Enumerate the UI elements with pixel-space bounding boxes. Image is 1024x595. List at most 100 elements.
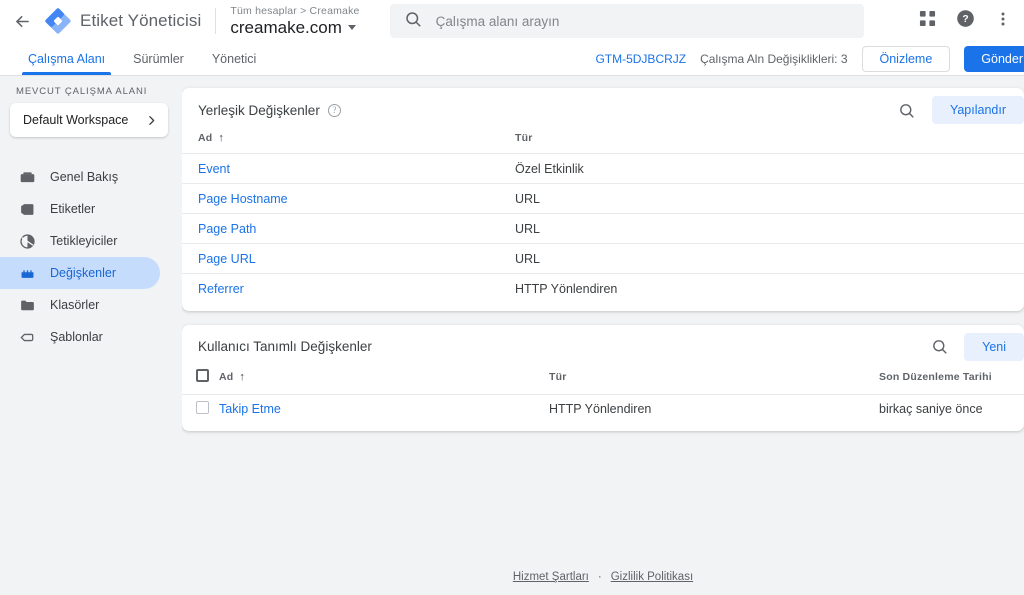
current-workspace-label: MEVCUT ÇALIŞMA ALANI [16,86,148,97]
builtin-card-actions: Yapılandır [896,88,1024,132]
preview-button[interactable]: Önizleme [861,46,951,72]
column-label: Ad [198,132,213,144]
builtin-variables-table: Ad ↑ Tür Event Özel Etkinlik Page Hostna… [182,132,1024,304]
variable-type: URL [515,243,1024,274]
account-breadcrumb: Tüm hesaplar > Creamake [230,4,360,17]
builtin-card-header: Yerleşik Değişkenler ? Yapılandır [182,88,1024,132]
template-icon [18,329,36,346]
tab-bar-actions: GTM-5DJBCRJZ Çalışma Aln Değişiklikleri:… [595,42,1024,76]
user-card-title: Kullanıcı Tanımlı Değişkenler [198,339,372,354]
tab-versions[interactable]: Sürümler [119,42,198,75]
chevron-right-icon [145,114,158,127]
tab-label: Çalışma Alanı [28,51,106,66]
configure-button[interactable]: Yapılandır [931,96,1024,124]
more-options-button[interactable] [986,4,1020,38]
search-icon[interactable] [896,99,918,121]
column-header-type[interactable]: Tür [549,369,879,395]
column-label: Tür [515,132,533,144]
more-vertical-icon [995,11,1011,32]
row-select-cell [182,393,219,424]
submit-button[interactable]: Gönder [964,46,1024,72]
search-icon[interactable] [928,336,950,358]
privacy-policy-link[interactable]: Gizlilik Politikası [611,571,693,583]
chevron-down-icon [347,25,356,30]
column-header-name[interactable]: Ad ↑ [182,132,515,154]
table-row[interactable]: Takip Etme HTTP Yönlendiren birkaç saniy… [182,393,1024,424]
search-icon [404,10,436,33]
account-selector[interactable]: Tüm hesaplar > Creamake creamake.com [230,4,360,37]
variable-name-link[interactable]: Page URL [198,252,256,266]
column-header-modified[interactable]: Son Düzenleme Tarihi [879,369,1024,395]
header-divider [215,8,217,34]
tag-manager-logo [44,7,72,35]
sort-ascending-icon: ↑ [239,370,246,383]
help-button[interactable]: ? [948,4,982,38]
sidebar-item-variables[interactable]: Değişkenler [0,257,160,289]
sidebar-item-label: Genel Bakış [50,170,119,184]
sidebar-item-folders[interactable]: Klasörler [0,289,160,321]
user-defined-variables-card: Kullanıcı Tanımlı Değişkenler Yeni Ad ↑ … [182,324,1024,431]
variable-name-link[interactable]: Page Path [198,222,256,236]
top-app-bar: Etiket Yöneticisi Tüm hesaplar > Creamak… [0,0,1024,42]
user-defined-variables-table: Ad ↑ Tür Son Düzenleme Tarihi Takip Etme… [182,368,1024,424]
workspace-name: Default Workspace [23,113,129,127]
table-row[interactable]: Page Path URL [182,213,1024,244]
workspace-search[interactable] [389,4,864,38]
new-variable-button[interactable]: Yeni [964,332,1024,361]
svg-text:?: ? [962,14,968,25]
select-all-cell [182,368,219,395]
sidebar-item-tags[interactable]: Etiketler [0,193,160,225]
search-input[interactable] [435,13,850,29]
account-name: creamake.com [230,17,342,37]
tab-label: Yönetici [211,51,257,66]
back-button[interactable] [0,0,44,42]
workspace-switcher[interactable]: Default Workspace [10,103,168,137]
product-name: Etiket Yöneticisi [80,11,202,30]
row-checkbox[interactable] [196,401,209,415]
top-bar-actions: ? [910,0,1020,42]
table-row[interactable]: Page URL URL [182,243,1024,274]
sidebar-item-label: Değişkenler [50,266,117,280]
variable-name-link[interactable]: Takip Etme [219,402,281,416]
sidebar-item-label: Klasörler [50,298,100,312]
tab-label: Sürümler [133,51,184,66]
workspace-changes-count: Çalışma Aln Değişiklikleri: 3 [700,52,848,66]
variable-type: HTTP Yönlendiren [549,393,879,424]
container-id-link[interactable]: GTM-5DJBCRJZ [595,52,686,66]
tab-list: Çalışma Alanı Sürümler Yönetici [0,42,270,75]
tab-workspace[interactable]: Çalışma Alanı [14,42,119,75]
footer-separator: · [597,571,602,583]
sidebar-item-label: Tetikleyiciler [50,234,118,248]
column-label: Son Düzenleme Tarihi [879,370,992,383]
table-row[interactable]: Page Hostname URL [182,183,1024,214]
apps-grid-button[interactable] [910,4,944,38]
terms-of-service-link[interactable]: Hizmet Şartları [513,571,589,583]
sidebar-item-templates[interactable]: Şablonlar [0,321,160,353]
page-layout: MEVCUT ÇALIŞMA ALANI Default Workspace G… [0,76,1024,595]
variable-name-link[interactable]: Page Hostname [198,192,288,206]
variable-type: URL [515,213,1024,244]
table-header-row: Ad ↑ Tür [182,132,1024,154]
variable-type: URL [515,183,1024,214]
column-label: Tür [549,370,567,383]
table-row[interactable]: Event Özel Etkinlik [182,153,1024,184]
user-card-header: Kullanıcı Tanımlı Değişkenler Yeni [182,325,1024,369]
overview-icon [18,169,36,186]
sidebar-item-overview[interactable]: Genel Bakış [0,161,160,193]
main-content: Yerleşik Değişkenler ? Yapılandır Ad ↑ T… [182,76,1024,595]
variable-modified: birkaç saniye önce [879,393,1024,424]
variable-name-link[interactable]: Referrer [198,282,244,296]
trigger-icon [18,233,36,250]
help-circle-icon[interactable]: ? [327,103,341,117]
tab-admin[interactable]: Yönetici [198,42,270,75]
column-header-type[interactable]: Tür [515,132,1024,154]
select-all-checkbox[interactable] [196,368,209,382]
variable-name-link[interactable]: Event [198,162,230,176]
table-row[interactable]: Referrer HTTP Yönlendiren [182,273,1024,304]
sort-ascending-icon: ↑ [218,132,225,144]
builtin-card-title: Yerleşik Değişkenler [198,102,320,118]
sidebar-nav: Genel Bakış Etiketler Tetikleyiciler Değ… [0,161,182,353]
sidebar-item-triggers[interactable]: Tetikleyiciler [0,225,160,257]
column-header-name[interactable]: Ad ↑ [219,369,549,395]
sidebar: MEVCUT ÇALIŞMA ALANI Default Workspace G… [0,76,182,595]
